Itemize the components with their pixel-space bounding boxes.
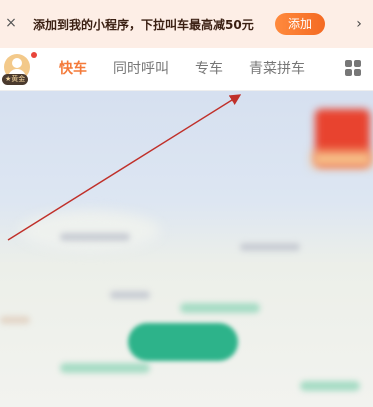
map-blob [20,211,160,251]
avatar-head-shape [12,58,22,68]
map-road-blurred [300,381,360,391]
map-label-blurred [0,316,30,324]
add-button[interactable]: 添加 [275,13,325,35]
member-level-badge: ★黄金 [2,74,29,85]
close-icon[interactable]: × [4,13,18,33]
map-label-blurred [240,243,300,251]
tab-premier[interactable]: 专车 [195,60,223,78]
confirm-pickup-button-blurred[interactable] [128,323,238,361]
chevron-right-icon[interactable]: › [354,14,364,34]
banner-promo-text: 添加到我的小程序，下拉叫车最高减50元 [33,18,254,32]
tab-kuaiche[interactable]: 快车 [59,60,87,78]
tab-simultaneous-call[interactable]: 同时呼叫 [113,60,169,78]
grid-icon[interactable] [345,60,362,77]
service-tabs-bar: ★黄金 快车 同时呼叫 专车 青菜拼车 [0,48,373,91]
notification-dot [31,52,37,58]
mini-program-banner: × 添加到我的小程序，下拉叫车最高减50元 添加 › [0,0,373,48]
map-area[interactable] [0,91,373,407]
tab-carpool[interactable]: 青菜拼车 [249,60,305,78]
promo-card-shadow [312,151,372,167]
map-label-blurred [110,291,150,299]
map-label-blurred [60,233,130,241]
map-road-blurred [180,303,260,313]
map-road-blurred [60,363,150,373]
